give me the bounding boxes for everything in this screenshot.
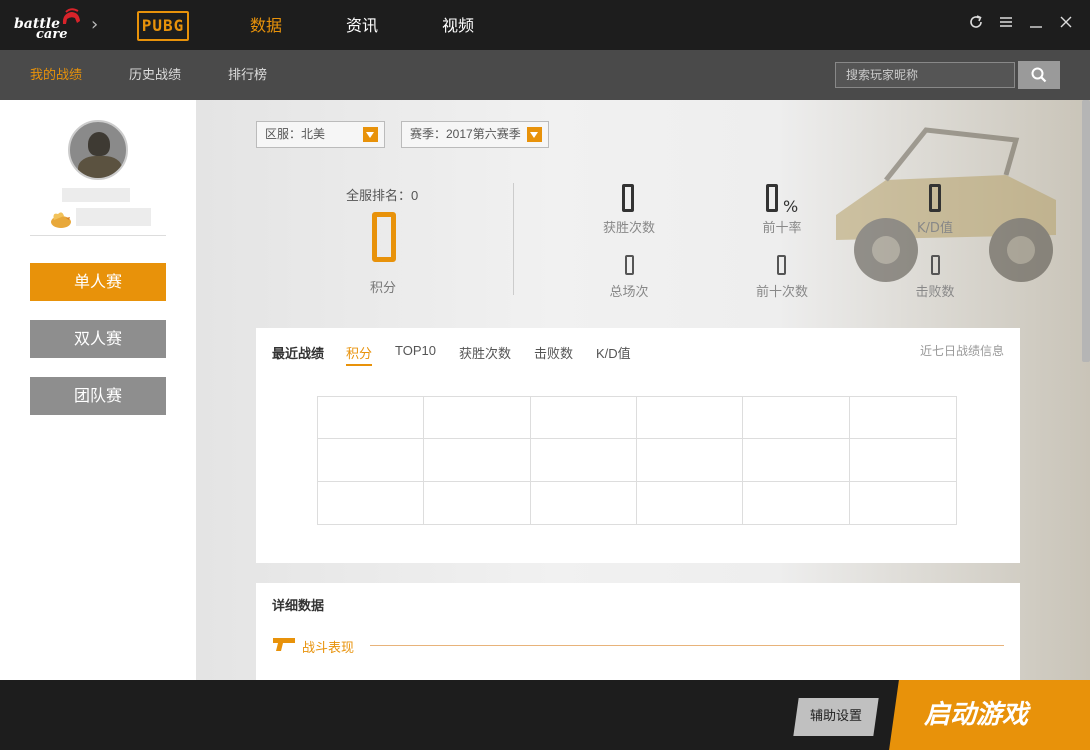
avatar-body <box>78 156 122 178</box>
avatar-head <box>88 132 110 156</box>
chicken-rank-icon <box>51 212 71 228</box>
assist-settings-button[interactable]: 辅助设置 <box>793 698 879 736</box>
pistol-icon <box>273 638 295 651</box>
pubg-logo[interactable]: PUBG <box>137 11 189 41</box>
detail-data-card: 详细数据 战斗表现 <box>256 583 1020 680</box>
squad-mode-button[interactable]: 团队赛 <box>30 377 166 415</box>
scrollbar-thumb[interactable] <box>1082 100 1090 362</box>
tab-score[interactable]: 积分 <box>346 343 373 366</box>
kills-value-zero <box>931 255 940 275</box>
total-games-label: 总场次 <box>609 285 649 300</box>
empty-chart-grid <box>317 396 957 525</box>
refresh-icon[interactable] <box>968 14 984 32</box>
season-value: 赛季：2017第六赛季 <box>410 127 521 141</box>
helmet-icon <box>62 8 80 24</box>
tab-wins[interactable]: 获胜次数 <box>459 343 511 366</box>
tab-history-record[interactable]: 历史战绩 <box>129 50 181 102</box>
sub-tabs: 我的战绩 历史战绩 排行榜 <box>30 50 314 102</box>
tab-kd[interactable]: K/D值 <box>596 343 631 366</box>
profile-divider <box>30 235 166 236</box>
win-count-value-zero <box>622 184 634 212</box>
season-dropdown[interactable]: 赛季：2017第六赛季 <box>401 121 549 148</box>
player-search-input[interactable] <box>835 62 1015 88</box>
window-controls <box>968 14 1074 32</box>
recent-record-card: 最近战绩 积分 TOP10 获胜次数 击败数 K/D值 近七日战绩信息 <box>256 328 1020 563</box>
username-redacted <box>62 188 130 202</box>
main-scrollbar[interactable] <box>1082 100 1090 680</box>
score-label: 积分 <box>370 281 397 296</box>
region-dropdown[interactable]: 区服：北美 <box>256 121 385 148</box>
detail-data-title: 详细数据 <box>272 598 325 613</box>
combat-performance-header: 战斗表现 <box>272 635 1004 655</box>
launch-game-label: 启动游戏 <box>924 700 1029 730</box>
kd-value-zero <box>929 184 941 212</box>
profile-panel: 单人赛 双人赛 团队赛 <box>0 100 196 680</box>
menu-icon[interactable] <box>998 14 1014 32</box>
win-count-label: 获胜次数 <box>602 221 655 236</box>
nav-data[interactable]: 数据 <box>250 0 346 50</box>
search-icon <box>1031 67 1047 83</box>
main-nav: 数据 资讯 视频 <box>250 0 538 50</box>
logo-text-care: care <box>36 27 68 42</box>
top10-rate-label: 前十率 <box>762 221 802 236</box>
tab-my-record[interactable]: 我的战绩 <box>30 50 82 102</box>
total-games-value-zero <box>625 255 634 275</box>
close-icon[interactable] <box>1058 14 1074 32</box>
recent-record-title: 最近战绩 <box>272 346 325 361</box>
assist-settings-label: 辅助设置 <box>809 709 862 724</box>
tab-top10[interactable]: TOP10 <box>395 343 436 366</box>
top-bar: battle care › PUBG 数据 资讯 视频 <box>0 0 1090 50</box>
nav-news[interactable]: 资讯 <box>346 0 442 50</box>
seven-day-note: 近七日战绩信息 <box>919 344 1004 358</box>
nav-video[interactable]: 视频 <box>442 0 538 50</box>
bottom-bar: 辅助设置 启动游戏 <box>0 680 1090 750</box>
battlecare-logo[interactable]: battle care <box>14 8 84 42</box>
percent-sign: % <box>783 197 799 216</box>
solo-mode-button[interactable]: 单人赛 <box>30 263 166 301</box>
duo-mode-button[interactable]: 双人赛 <box>30 320 166 358</box>
chart-tabs: 积分 TOP10 获胜次数 击败数 K/D值 <box>346 343 654 366</box>
rank-text-redacted <box>76 208 151 226</box>
section-line <box>370 645 1004 646</box>
main-content: 区服：北美 赛季：2017第六赛季 全服排名：0 积分 获胜次数 % 前十率 K… <box>196 100 1090 680</box>
combat-performance-label: 战斗表现 <box>302 640 355 655</box>
background-buggy-image <box>836 127 1056 282</box>
kills-label: 击败数 <box>915 285 955 300</box>
kd-label: K/D值 <box>917 221 953 236</box>
dropdown-arrow-icon <box>527 127 542 142</box>
tab-kills[interactable]: 击败数 <box>534 343 573 366</box>
minimize-icon[interactable] <box>1028 14 1044 32</box>
avatar[interactable] <box>68 120 128 180</box>
stats-divider <box>513 183 514 295</box>
launch-game-button[interactable]: 启动游戏 <box>889 680 1090 750</box>
tab-leaderboard[interactable]: 排行榜 <box>228 50 267 102</box>
dropdown-arrow-icon <box>363 127 378 142</box>
sub-nav-bar: 我的战绩 历史战绩 排行榜 <box>0 50 1090 100</box>
region-value: 区服：北美 <box>265 127 326 141</box>
top10-rate-value-zero <box>766 184 778 212</box>
chevron-right-icon[interactable]: › <box>91 14 98 35</box>
top10-count-value-zero <box>777 255 786 275</box>
server-rank: 全服排名：0 <box>346 188 419 203</box>
score-value-zero <box>372 212 396 262</box>
top10-count-label: 前十次数 <box>755 285 808 300</box>
search-button[interactable] <box>1018 61 1060 89</box>
